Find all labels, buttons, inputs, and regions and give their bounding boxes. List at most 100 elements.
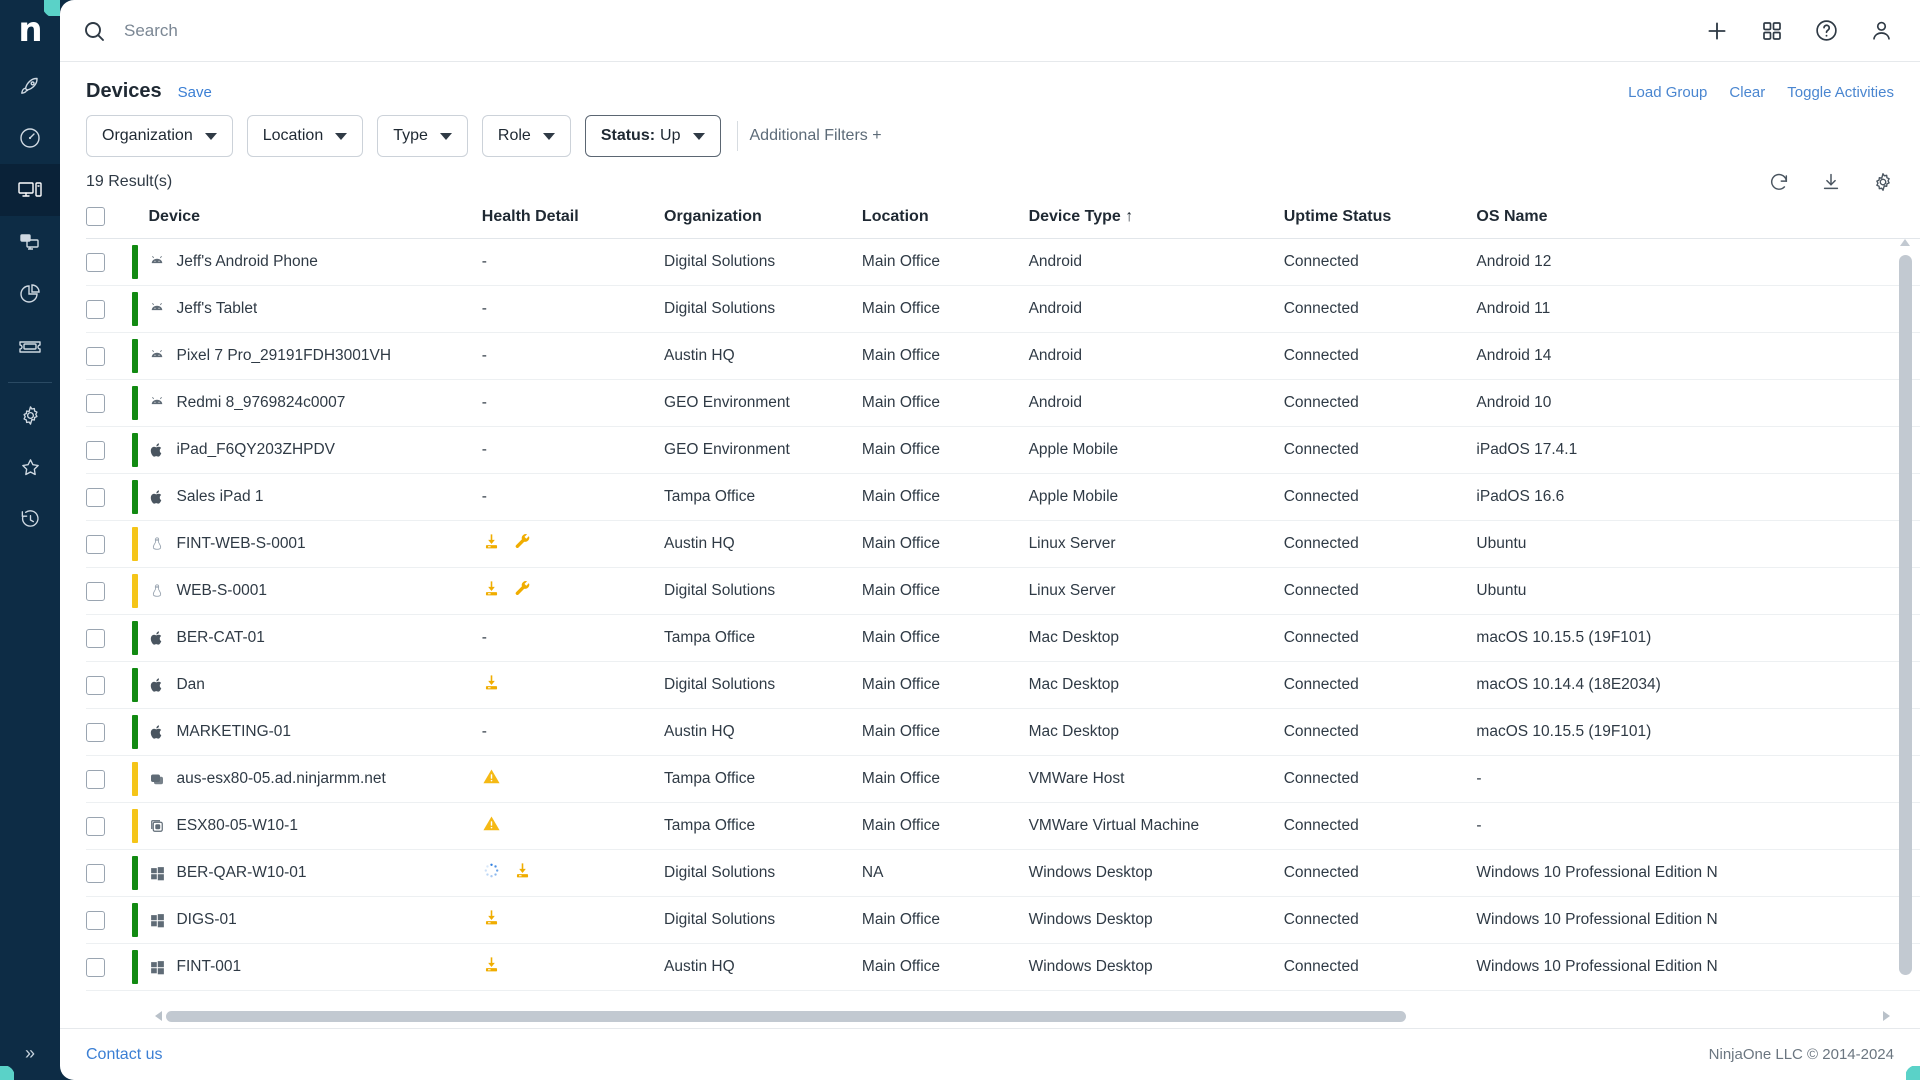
maintenance-wrench-icon[interactable] [513,532,532,556]
refresh-icon[interactable] [1768,171,1790,193]
download-icon[interactable] [1820,171,1842,193]
cell-device[interactable]: BER-CAT-01 [148,615,481,662]
row-checkbox[interactable] [86,676,105,695]
warning-triangle-icon[interactable] [482,814,501,838]
pending-update-icon[interactable] [482,955,501,979]
sidebar-item-reports[interactable] [0,268,60,320]
cell-device[interactable]: ESX80-05-W10-1 [148,803,481,850]
cell-device[interactable]: WEB-S-0001 [148,568,481,615]
filter-type[interactable]: Type [377,115,468,157]
cell-device[interactable]: FINT-WEB-S-0001 [148,521,481,568]
table-row[interactable]: Pixel 7 Pro_29191FDH3001VH-Austin HQMain… [86,333,1920,380]
col-health-detail[interactable]: Health Detail [482,199,664,239]
cell-device[interactable]: aus-esx80-05.ad.ninjarmm.net [148,756,481,803]
cell-device[interactable]: DIGS-01 [148,897,481,944]
additional-filters-button[interactable]: Additional Filters + [750,127,882,145]
col-device-type[interactable]: Device Type ↑ [1029,199,1284,239]
table-row[interactable]: aus-esx80-05.ad.ninjarmm.netTampa Office… [86,756,1920,803]
filter-role[interactable]: Role [482,115,571,157]
table-row[interactable]: Sales iPad 1-Tampa OfficeMain OfficeAppl… [86,474,1920,521]
cell-device[interactable]: Dan [148,662,481,709]
table-row[interactable]: Jeff's Android Phone-Digital SolutionsMa… [86,239,1920,286]
scroll-right-arrow-icon[interactable] [1883,1011,1890,1021]
table-row[interactable]: BER-QAR-W10-01Digital SolutionsNAWindows… [86,850,1920,897]
load-group-link[interactable]: Load Group [1628,84,1707,101]
search-input[interactable] [124,21,1704,41]
cell-device[interactable]: BER-QAR-W10-01 [148,850,481,897]
clear-link[interactable]: Clear [1729,84,1765,101]
cell-device[interactable]: Pixel 7 Pro_29191FDH3001VH [148,333,481,380]
sidebar-item-network[interactable] [0,216,60,268]
table-row[interactable]: DanDigital SolutionsMain OfficeMac Deskt… [86,662,1920,709]
cell-device[interactable]: Jeff's Android Phone [148,239,481,286]
horizontal-scroll-thumb[interactable] [166,1011,1406,1022]
table-row[interactable]: Redmi 8_9769824c0007-GEO EnvironmentMain… [86,380,1920,427]
row-checkbox[interactable] [86,911,105,930]
maintenance-wrench-icon[interactable] [513,579,532,603]
save-view-link[interactable]: Save [178,84,212,101]
table-row[interactable]: MARKETING-01-Austin HQMain OfficeMac Des… [86,709,1920,756]
table-row[interactable]: BER-CAT-01-Tampa OfficeMain OfficeMac De… [86,615,1920,662]
table-row[interactable]: WEB-S-0001Digital SolutionsMain OfficeLi… [86,568,1920,615]
sidebar-item-devices[interactable] [0,164,60,216]
sidebar-item-tickets[interactable] [0,320,60,372]
toggle-activities-link[interactable]: Toggle Activities [1787,84,1894,101]
row-checkbox[interactable] [86,723,105,742]
table-row[interactable]: DIGS-01Digital SolutionsMain OfficeWindo… [86,897,1920,944]
cell-device[interactable]: FINT-001 [148,944,481,991]
row-checkbox[interactable] [86,582,105,601]
table-row[interactable]: FINT-001Austin HQMain OfficeWindows Desk… [86,944,1920,991]
filter-organization[interactable]: Organization [86,115,233,157]
cell-device[interactable]: Redmi 8_9769824c0007 [148,380,481,427]
pending-update-icon[interactable] [482,579,501,603]
table-row[interactable]: ESX80-05-W10-1Tampa OfficeMain OfficeVMW… [86,803,1920,850]
user-icon[interactable] [1869,18,1894,43]
contact-us-link[interactable]: Contact us [86,1046,162,1064]
sidebar-item-settings[interactable] [0,389,60,441]
sidebar-item-history[interactable] [0,493,60,545]
row-checkbox[interactable] [86,394,105,413]
table-horizontal-scrollbar[interactable] [155,1010,1890,1022]
pending-update-icon[interactable] [482,673,501,697]
sidebar-item-dashboard[interactable] [0,112,60,164]
col-location[interactable]: Location [862,199,1029,239]
pending-update-icon[interactable] [513,861,532,885]
cell-device[interactable]: Jeff's Tablet [148,286,481,333]
row-checkbox[interactable] [86,300,105,319]
pending-update-icon[interactable] [482,908,501,932]
help-circle-icon[interactable] [1814,18,1839,43]
table-row[interactable]: FINT-WEB-S-0001Austin HQMain OfficeLinux… [86,521,1920,568]
sidebar-item-rocket[interactable] [0,60,60,112]
col-device[interactable]: Device [148,199,481,239]
filter-status[interactable]: Status: Up [585,115,721,157]
table-row[interactable]: Jeff's Tablet-Digital SolutionsMain Offi… [86,286,1920,333]
select-all-checkbox[interactable] [86,207,105,226]
row-checkbox[interactable] [86,817,105,836]
table-vertical-scrollbar[interactable] [1899,241,1912,1010]
filter-location[interactable]: Location [247,115,364,157]
cell-device[interactable]: iPad_F6QY203ZHPDV [148,427,481,474]
sidebar-item-favorites[interactable] [0,441,60,493]
col-uptime-status[interactable]: Uptime Status [1284,199,1477,239]
warning-triangle-icon[interactable] [482,767,501,791]
scroll-left-arrow-icon[interactable] [155,1011,162,1021]
row-checkbox[interactable] [86,347,105,366]
cell-device[interactable]: Sales iPad 1 [148,474,481,521]
row-checkbox[interactable] [86,253,105,272]
gear-icon[interactable] [1872,171,1894,193]
vertical-scroll-thumb[interactable] [1899,255,1912,975]
table-row[interactable]: iPad_F6QY203ZHPDV-GEO EnvironmentMain Of… [86,427,1920,474]
pending-update-icon[interactable] [482,532,501,556]
row-checkbox[interactable] [86,441,105,460]
col-os-name[interactable]: OS Name [1476,199,1882,239]
plus-icon[interactable] [1704,18,1730,44]
col-organization[interactable]: Organization [664,199,862,239]
grid-apps-icon[interactable] [1760,19,1784,43]
row-checkbox[interactable] [86,535,105,554]
row-checkbox[interactable] [86,488,105,507]
row-checkbox[interactable] [86,958,105,977]
scroll-up-arrow-icon[interactable] [1900,239,1910,246]
ninjaone-logo[interactable]: n [0,0,60,60]
row-checkbox[interactable] [86,629,105,648]
row-checkbox[interactable] [86,770,105,789]
